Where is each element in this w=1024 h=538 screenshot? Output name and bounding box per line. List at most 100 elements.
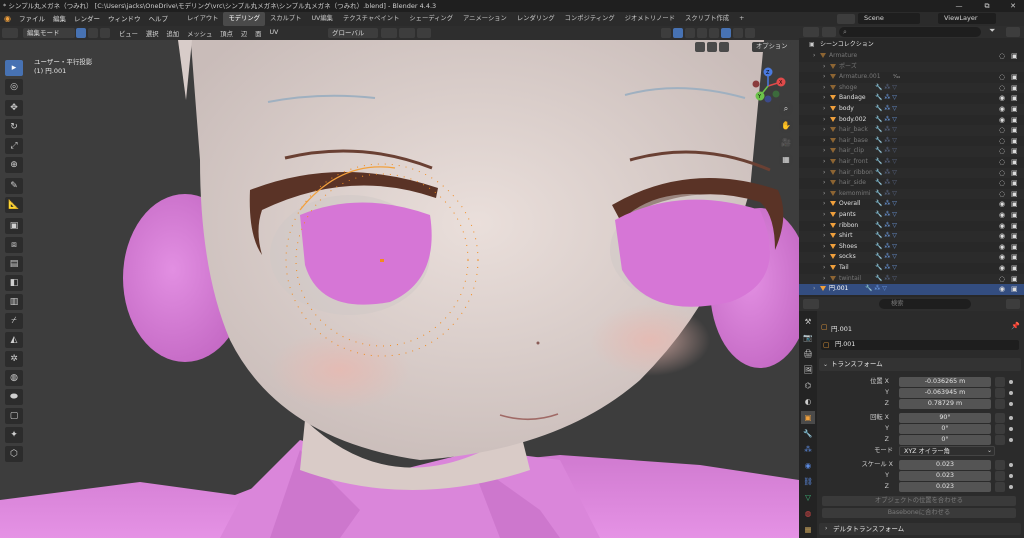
outliner-row[interactable]: › body 🔧 ⁂ ▽ ◉ ▣ [799,104,1024,115]
pivot-icon[interactable] [381,28,397,38]
workspace-tab-3[interactable]: UV編集 [306,12,338,26]
visibility-eye-icon[interactable]: ◌ [999,178,1005,189]
visibility-eye-icon[interactable]: ◉ [999,231,1005,242]
keyframe-scale-z-icon[interactable] [1009,485,1013,489]
add-workspace-button[interactable]: + [734,12,749,26]
view-layer-tab-icon[interactable]: 🖼 [801,363,815,376]
render-camera-icon[interactable]: ▣ [1011,93,1018,104]
properties-search-input[interactable]: 検索 [879,299,971,309]
expand-arrow-icon[interactable]: › [823,104,825,115]
editor-type-icon[interactable] [2,28,18,38]
outliner-row[interactable]: › hair_clip 🔧 ⁂ ▽ ◌ ▣ [799,146,1024,157]
expand-arrow-icon[interactable]: › [823,125,825,136]
outliner-row[interactable]: › ポーズ [799,61,1024,73]
xray-icon[interactable] [697,28,707,38]
visibility-eye-icon[interactable]: ◌ [999,157,1005,168]
viewport-menu-3[interactable]: メッシュ [183,29,216,38]
keyframe-location-y-icon[interactable] [1009,391,1013,395]
render-camera-icon[interactable]: ▣ [1011,83,1018,94]
options-dropdown[interactable]: オプション [752,42,792,52]
lock-rotation-x-icon[interactable] [995,413,1005,423]
outliner-row[interactable]: › ribbon 🔧 ⁂ ▽ ◉ ▣ [799,221,1024,232]
render-camera-icon[interactable]: ▣ [1011,189,1018,200]
move-tool-icon[interactable]: ✥ [5,100,23,116]
overlay-icon[interactable] [685,28,695,38]
add-cube-tool-icon[interactable]: ▣ [5,218,23,234]
expand-arrow-icon[interactable]: › [823,242,825,253]
shading-rendered-icon[interactable] [745,28,755,38]
poly-build-tool-icon[interactable]: ◭ [5,332,23,348]
texture-tab-icon[interactable]: ▦ [801,523,815,536]
expand-arrow-icon[interactable]: › [823,157,825,168]
expand-arrow-icon[interactable]: › [823,274,825,285]
render-camera-icon[interactable]: ▣ [1011,231,1018,242]
menu-window[interactable]: ウィンドウ [104,12,145,26]
rip-tool-icon[interactable]: ⬡ [5,446,23,462]
visibility-eye-icon[interactable]: ◌ [999,136,1005,147]
loop-cut-tool-icon[interactable]: ▥ [5,294,23,310]
bevel-tool-icon[interactable]: ◧ [5,275,23,291]
snap-icon[interactable] [399,28,415,38]
scene-tab-icon[interactable]: ⌬ [801,379,815,392]
keyframe-rotation-x-icon[interactable] [1009,416,1013,420]
object-tab-icon[interactable]: ▣ [801,411,815,424]
outliner-row[interactable]: › hair_ribbon 🔧 ⁂ ▽ ◌ ▣ [799,167,1024,179]
proportional-edit-icon[interactable] [417,28,431,38]
expand-arrow-icon[interactable]: › [823,221,825,232]
face-select-icon[interactable] [100,28,110,38]
cursor-tool-icon[interactable]: ◎ [5,79,23,95]
tool-tab-icon[interactable]: ⚒ [801,315,815,328]
visibility-eye-icon[interactable]: ◌ [999,125,1005,136]
visibility-eye-icon[interactable]: ◉ [999,284,1005,295]
shading-solid-icon[interactable] [721,28,731,38]
menu-render[interactable]: レンダー [70,12,104,26]
viewport-3d[interactable]: ユーザー・平行投影 (1) 円.001 ▸ ◎ ✥ ↻ ⤢ ⊕ ✎ 📐 ▣ ⧈ … [0,40,799,538]
expand-arrow-icon[interactable]: › [823,115,825,126]
workspace-tab-6[interactable]: アニメーション [458,12,512,26]
render-camera-icon[interactable]: ▣ [1011,146,1018,157]
camera-view-icon[interactable]: 🎥 [779,136,793,150]
render-camera-icon[interactable]: ▣ [1011,199,1018,210]
keyframe-scale-y-icon[interactable] [1009,474,1013,478]
render-camera-icon[interactable]: ▣ [1011,274,1018,285]
transform-panel-header[interactable]: ⌄ トランスフォーム [819,358,1021,371]
render-camera-icon[interactable]: ▣ [1011,210,1018,221]
visibility-eye-icon[interactable]: ◌ [999,274,1005,285]
transform-tool-icon[interactable]: ⊕ [5,157,23,173]
workspace-tab-8[interactable]: コンポジティング [560,12,620,26]
object-name-field[interactable]: 円.001 [821,340,1019,350]
outliner-row[interactable]: › twintail 🔧 ⁂ ▽ ◌ ▣ [799,273,1024,285]
lock-scale-y-icon[interactable] [995,471,1005,481]
render-camera-icon[interactable]: ▣ [1011,157,1018,168]
render-camera-icon[interactable]: ▣ [1011,168,1018,179]
navigation-gizmo[interactable]: X Y Z [748,66,788,106]
workspace-tab-9[interactable]: ジオメトリノード [620,12,680,26]
outliner-row[interactable]: › shirt 🔧 ⁂ ▽ ◉ ▣ [799,231,1024,242]
shrink-tool-icon[interactable]: ▢ [5,408,23,424]
outliner-search-input[interactable]: ⌕ [839,27,981,37]
outliner-row[interactable]: › socks 🔧 ⁂ ▽ ◉ ▣ [799,252,1024,263]
scene-icon[interactable] [837,13,855,24]
vertex-select-icon[interactable] [76,28,86,38]
outliner-row[interactable]: › pants 🔧 ⁂ ▽ ◉ ▣ [799,210,1024,221]
rotation-mode-select[interactable]: XYZ オイラー角 [899,446,995,456]
workspace-tab-1[interactable]: モデリング [223,12,265,26]
workspace-tab-0[interactable]: レイアウト [182,12,223,26]
visibility-eye-icon[interactable]: ◉ [999,199,1005,210]
viewlayer-selector[interactable]: ViewLayer [938,13,996,24]
render-camera-icon[interactable]: ▣ [1011,242,1018,253]
visibility-eye-icon[interactable]: ◌ [999,168,1005,179]
visibility-eye-icon[interactable]: ◉ [999,221,1005,232]
visibility-eye-icon[interactable]: ◉ [999,104,1005,115]
modifier-tab-icon[interactable]: 🔧 [801,427,815,440]
visibility-eye-icon[interactable]: ◉ [999,210,1005,221]
scene-selector[interactable]: Scene [858,13,920,24]
outliner-row[interactable]: › Overall 🔧 ⁂ ▽ ◉ ▣ [799,199,1024,210]
viewport-menu-2[interactable]: 追加 [162,29,183,38]
lock-scale-x-icon[interactable] [995,460,1005,470]
render-camera-icon[interactable]: ▣ [1011,115,1018,126]
visibility-eye-icon[interactable]: ◌ [999,51,1005,62]
mirror-y-button[interactable] [707,42,717,52]
viewport-menu-5[interactable]: 辺 [237,29,251,38]
shading-material-icon[interactable] [733,28,743,38]
